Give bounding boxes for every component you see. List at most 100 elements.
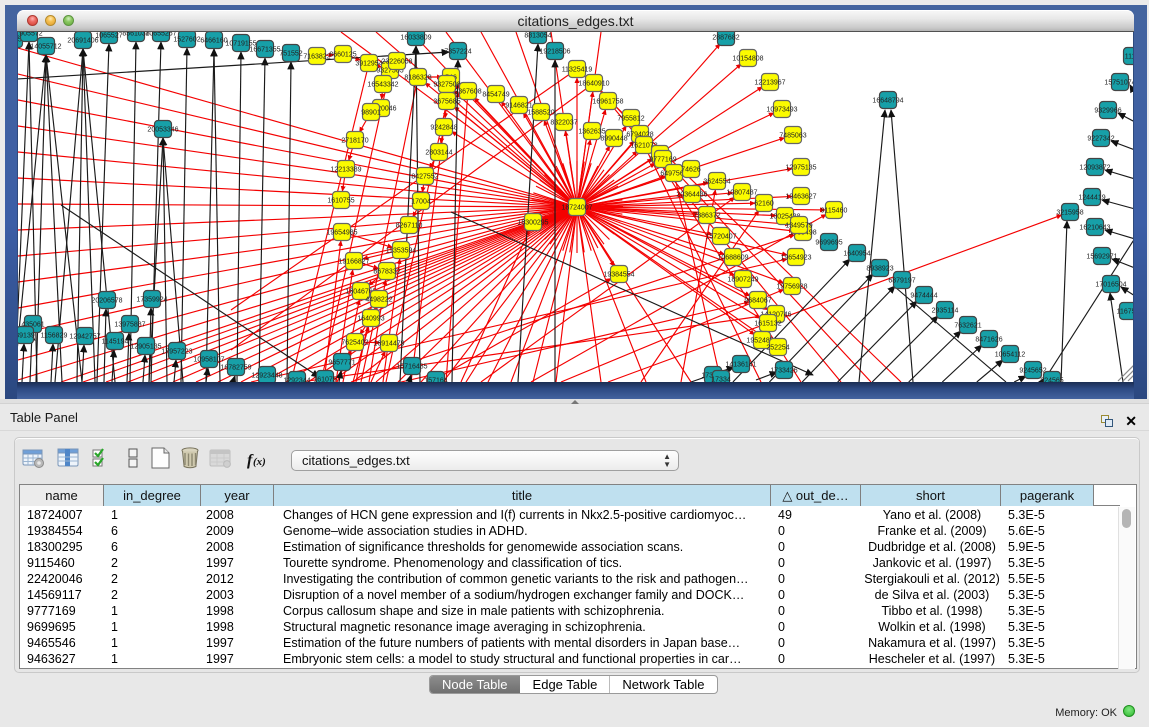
svg-text:11325419: 11325419: [562, 66, 593, 73]
svg-text:12923448: 12923448: [251, 372, 282, 379]
svg-text:15716485: 15716485: [396, 363, 427, 370]
svg-text:12213389: 12213389: [330, 166, 361, 173]
svg-text:8678332: 8678332: [373, 268, 400, 275]
svg-text:9684067: 9684067: [744, 297, 771, 304]
svg-text:12975135: 12975135: [785, 164, 816, 171]
svg-text:13975887: 13975887: [114, 321, 145, 328]
svg-text:18300295: 18300295: [517, 219, 548, 226]
svg-text:2803144: 2803144: [425, 149, 452, 156]
svg-text:14055712: 14055712: [30, 43, 61, 50]
svg-text:14136141: 14136141: [725, 361, 756, 368]
svg-text:7386372: 7386372: [693, 212, 720, 219]
svg-text:16210643: 16210643: [1079, 224, 1110, 231]
svg-text:74626: 74626: [681, 166, 701, 173]
svg-text:17957223: 17957223: [161, 348, 192, 355]
svg-text:12213967: 12213967: [754, 79, 785, 86]
svg-text:20206578: 20206578: [91, 297, 122, 304]
svg-text:1349579: 1349579: [785, 222, 812, 229]
svg-text:9699695: 9699695: [815, 239, 842, 246]
svg-text:6879197: 6879197: [888, 277, 915, 284]
svg-text:116753: 116753: [1117, 308, 1134, 315]
svg-text:3215958: 3215958: [1056, 209, 1083, 216]
svg-text:7163822: 7163822: [303, 53, 330, 60]
svg-text:16961758: 16961758: [592, 98, 623, 105]
svg-text:8186328: 8186328: [404, 74, 431, 81]
svg-text:8990448: 8990448: [600, 135, 627, 142]
svg-text:9777169: 9777169: [649, 156, 676, 163]
svg-text:19384554: 19384554: [603, 271, 634, 278]
svg-text:1733426: 1733426: [770, 367, 797, 374]
svg-text:7632621: 7632621: [954, 322, 981, 329]
svg-text:20053346: 20053346: [147, 126, 178, 133]
svg-text:8322037: 8322037: [550, 119, 577, 126]
svg-text:252254: 252254: [766, 344, 789, 351]
svg-text:7485063: 7485063: [779, 132, 806, 139]
svg-text:23226058: 23226058: [381, 58, 412, 65]
svg-text:17359924: 17359924: [136, 296, 167, 303]
svg-text:2935114: 2935114: [932, 307, 959, 314]
svg-text:12093872: 12093872: [1079, 164, 1110, 171]
svg-text:19756928: 19756928: [776, 283, 807, 290]
svg-text:17004: 17004: [411, 198, 431, 205]
svg-text:16033809: 16033809: [400, 34, 431, 41]
svg-text:1244419: 1244419: [1078, 194, 1105, 201]
svg-text:8471626: 8471626: [975, 336, 1002, 343]
svg-text:10958107: 10958107: [193, 356, 224, 363]
svg-text:10688609: 10688609: [717, 254, 748, 261]
svg-text:4498222: 4498222: [365, 296, 392, 303]
svg-text:16648794: 16648794: [872, 97, 903, 104]
svg-text:1905572: 1905572: [18, 32, 43, 37]
svg-text:10973493: 10973493: [766, 106, 797, 113]
svg-text:1527602: 1527602: [173, 36, 200, 43]
svg-text:39139: 39139: [18, 332, 35, 339]
svg-text:18640910: 18640910: [578, 80, 609, 87]
svg-text:8454749: 8454749: [482, 91, 509, 98]
svg-text:1145194: 1145194: [102, 338, 129, 345]
svg-text:1610755: 1610755: [327, 197, 354, 204]
svg-text:3624554: 3624554: [703, 178, 730, 185]
svg-text:1640954: 1640954: [843, 250, 870, 257]
svg-text:1640993: 1640993: [357, 315, 384, 322]
svg-text:3912954: 3912954: [355, 60, 382, 67]
svg-text:19218506: 19218506: [539, 48, 570, 55]
svg-text:15720407: 15720407: [705, 233, 736, 240]
svg-text:9329966: 9329966: [1094, 107, 1121, 114]
svg-text:19166827: 19166827: [338, 258, 369, 265]
svg-text:19654923: 19654923: [780, 254, 811, 261]
svg-text:98901: 98901: [361, 109, 381, 116]
svg-text:16914479: 16914479: [373, 340, 404, 347]
svg-text:7625402: 7625402: [341, 339, 368, 346]
svg-text:2718170: 2718170: [341, 137, 368, 144]
svg-text:(x): (x): [253, 456, 266, 468]
svg-text:9146821: 9146821: [505, 102, 532, 109]
svg-text:751552: 751552: [279, 50, 302, 57]
svg-text:9245652: 9245652: [1019, 367, 1046, 374]
svg-text:12905135: 12905135: [130, 343, 161, 350]
svg-text:1065527: 1065527: [95, 32, 122, 39]
svg-text:18724007: 18724007: [561, 204, 592, 211]
svg-text:9657771: 9657771: [328, 359, 355, 366]
svg-text:9115460: 9115460: [821, 207, 848, 214]
svg-text:18907249: 18907249: [727, 276, 758, 283]
svg-text:7955812: 7955812: [617, 115, 644, 122]
svg-text:8660125: 8660125: [329, 51, 356, 58]
svg-text:8427552: 8427552: [411, 173, 438, 180]
svg-text:1615132: 1615132: [754, 320, 781, 327]
svg-text:9242848: 9242848: [430, 124, 457, 131]
svg-text:1362635: 1362635: [578, 128, 605, 135]
svg-text:16543342: 16543342: [367, 81, 398, 88]
svg-text:10807487: 10807487: [726, 189, 757, 196]
svg-text:9327508: 9327508: [433, 81, 460, 88]
svg-text:11353594: 11353594: [386, 247, 417, 254]
svg-text:15751074: 15751074: [1104, 79, 1134, 86]
svg-text:16671355: 16671355: [249, 46, 280, 53]
svg-text:8267110: 8267110: [396, 222, 423, 229]
svg-text:20691406: 20691406: [67, 37, 98, 44]
svg-text:1156829: 1156829: [41, 332, 68, 339]
svg-text:62160: 62160: [754, 200, 774, 207]
svg-text:20364436: 20364436: [676, 191, 707, 198]
svg-text:1112: 1112: [1125, 53, 1134, 60]
svg-text:12942757: 12942757: [69, 333, 100, 340]
svg-text:2367608: 2367608: [454, 88, 481, 95]
svg-text:16782759: 16782759: [220, 364, 251, 371]
